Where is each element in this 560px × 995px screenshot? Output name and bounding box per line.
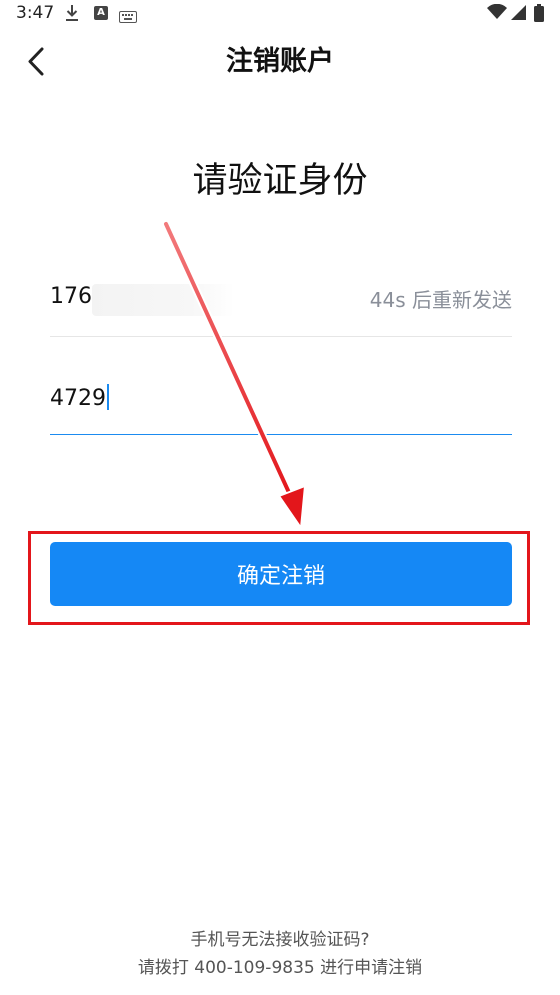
- signal-icon: [509, 4, 527, 25]
- status-bar: 3:47 A: [0, 0, 560, 28]
- download-icon: [64, 4, 80, 26]
- battery-icon: [534, 4, 544, 26]
- annotation-arrow: [162, 220, 306, 529]
- keyboard-icon: [119, 8, 137, 27]
- phone-row: 176 44s 后重新发送: [50, 276, 512, 337]
- text-caret: [107, 384, 109, 410]
- footer-line-2[interactable]: 请拨打 400-109-9835 进行申请注销: [0, 954, 560, 982]
- wifi-icon: [487, 3, 507, 24]
- verify-heading: 请验证身份: [192, 161, 368, 201]
- page-title: 注销账户: [226, 46, 334, 77]
- a-notification-icon: A: [94, 6, 108, 20]
- resend-countdown[interactable]: 44s 后重新发送: [370, 284, 512, 313]
- status-time: 3:47: [16, 3, 55, 23]
- confirm-cancel-account-button[interactable]: 确定注销: [50, 542, 512, 606]
- verification-code-field[interactable]: 4729: [50, 374, 512, 435]
- footer-help-text: 手机号无法接收验证码? 请拨打 400-109-9835 进行申请注销: [0, 926, 560, 982]
- verification-code-input[interactable]: 4729: [50, 384, 109, 411]
- app-header: 注销账户: [0, 30, 560, 94]
- phone-number-field: 176: [50, 284, 92, 309]
- verification-code-value: 4729: [50, 386, 106, 411]
- footer-line-1: 手机号无法接收验证码?: [190, 930, 370, 950]
- phone-number-mask: [92, 284, 234, 316]
